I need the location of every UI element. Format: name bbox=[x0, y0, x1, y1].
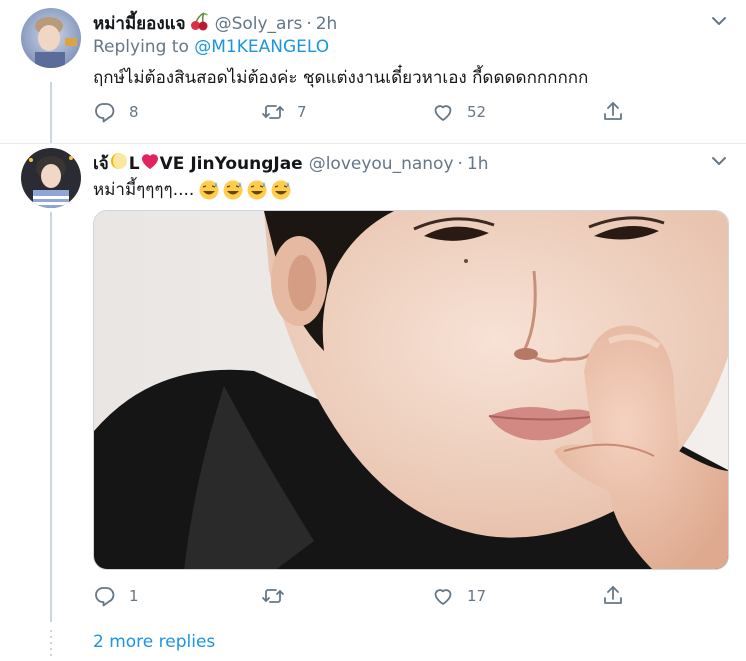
user-handle[interactable]: @loveyou_nanoy bbox=[309, 154, 454, 174]
share-button[interactable] bbox=[601, 584, 625, 608]
like-button[interactable]: 17 bbox=[431, 584, 486, 608]
timestamp[interactable]: 1h bbox=[467, 154, 489, 174]
reply-button[interactable]: 1 bbox=[93, 584, 139, 608]
more-replies-link[interactable]: 2 more replies bbox=[93, 632, 215, 652]
display-name-suffix[interactable]: VE JinYoungJae bbox=[160, 154, 303, 174]
moon-emoji-icon bbox=[109, 151, 129, 176]
thread-dots bbox=[50, 630, 52, 658]
reply-count: 1 bbox=[129, 587, 139, 605]
tweet-photo[interactable] bbox=[93, 210, 729, 570]
tweet-header: เจ้ L VE JinYoungJae @loveyou_nanoy · 1h bbox=[93, 150, 489, 177]
display-name-mid[interactable]: L bbox=[129, 154, 140, 174]
tweet-text: หม่ามี้ๆๆๆๆ.... bbox=[93, 176, 294, 203]
chevron-down-icon[interactable] bbox=[710, 152, 728, 170]
reply-icon bbox=[95, 587, 115, 607]
tweet-actions: 1 17 bbox=[93, 584, 633, 608]
avatar[interactable] bbox=[21, 148, 81, 208]
separator-dot: · bbox=[457, 153, 463, 174]
display-name-prefix[interactable]: เจ้ bbox=[93, 150, 109, 177]
red-heart-emoji-icon bbox=[140, 151, 160, 176]
heart-icon bbox=[434, 589, 452, 605]
share-icon bbox=[604, 586, 622, 604]
like-count: 17 bbox=[467, 587, 487, 605]
retweet-icon bbox=[262, 589, 284, 603]
tweet-2: เจ้ L VE JinYoungJae @loveyou_nanoy · 1h… bbox=[0, 0, 746, 620]
tweet-text-content: หม่ามี้ๆๆๆๆ.... bbox=[93, 180, 195, 200]
sweat-smile-emoji-icons bbox=[198, 179, 294, 201]
retweet-button[interactable] bbox=[261, 584, 297, 608]
